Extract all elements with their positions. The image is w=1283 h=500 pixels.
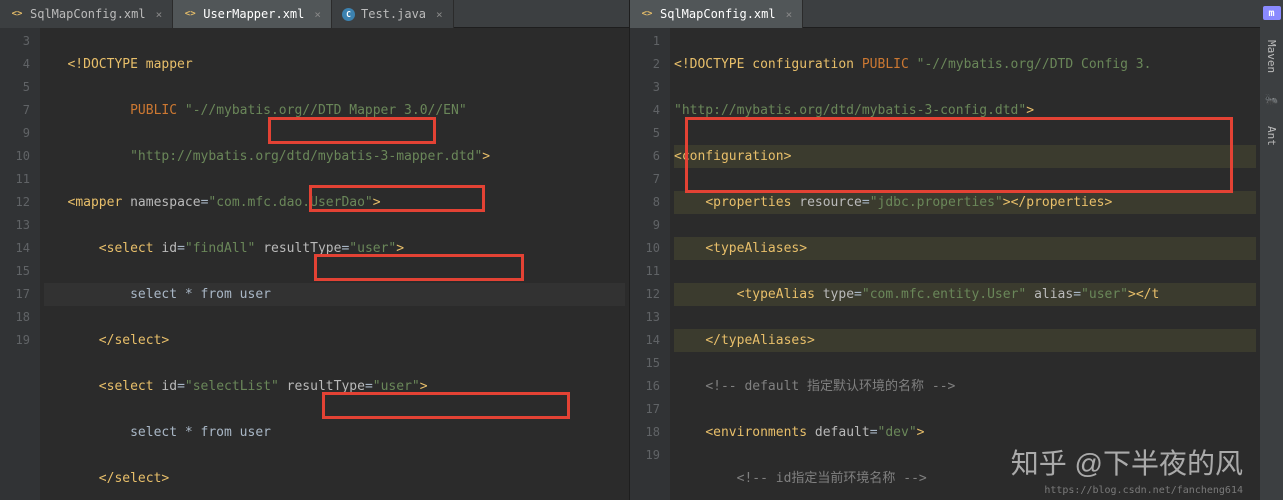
- xml-file-icon: <>: [10, 7, 24, 21]
- java-file-icon: C: [342, 8, 355, 21]
- close-icon[interactable]: ×: [156, 8, 163, 21]
- code-token: <!-- default 指定默认环境的名称 -->: [705, 379, 955, 394]
- right-toolbar: m Maven 🐜 Ant: [1260, 0, 1283, 500]
- code-token: <configuration>: [674, 149, 791, 164]
- code-token: mapper: [75, 195, 122, 210]
- code-token: namespace: [130, 195, 200, 210]
- xml-file-icon: <>: [640, 7, 654, 21]
- close-icon[interactable]: ×: [314, 8, 321, 21]
- code-token: <typeAliases>: [705, 241, 807, 256]
- code-token: "user": [373, 379, 420, 394]
- sidebar-maven[interactable]: Maven: [1265, 40, 1278, 73]
- tab-sqlmapconfig-right[interactable]: <> SqlMapConfig.xml ×: [630, 0, 803, 28]
- left-editor-pane: <> SqlMapConfig.xml × <> UserMapper.xml …: [0, 0, 630, 500]
- tab-sqlmapconfig[interactable]: <> SqlMapConfig.xml ×: [0, 0, 173, 28]
- tab-testjava[interactable]: C Test.java ×: [332, 0, 454, 28]
- code-token: "com.mfc.entity.User": [862, 287, 1026, 302]
- code-token: resultType: [287, 379, 365, 394]
- right-tab-bar: <> SqlMapConfig.xml ×: [630, 0, 1260, 28]
- code-token: typeAlias: [744, 287, 814, 302]
- maven-icon[interactable]: m: [1263, 6, 1281, 20]
- code-token: </select>: [99, 333, 169, 348]
- code-token: environments: [713, 425, 807, 440]
- right-code-content[interactable]: <!DOCTYPE configuration PUBLIC "-//mybat…: [670, 28, 1260, 500]
- sidebar-ant[interactable]: Ant: [1265, 126, 1278, 146]
- code-token: select * from user: [130, 425, 271, 440]
- code-token: default: [815, 425, 870, 440]
- code-token: </select>: [99, 471, 169, 486]
- code-token: resultType: [263, 241, 341, 256]
- code-token: "findAll": [185, 241, 255, 256]
- code-token: </typeAliases>: [705, 333, 815, 348]
- code-token: "selectList": [185, 379, 279, 394]
- ant-icon[interactable]: 🐜: [1265, 93, 1279, 106]
- left-code-area[interactable]: 34579101112131415171819 <!DOCTYPE mapper…: [0, 28, 629, 500]
- close-icon[interactable]: ×: [436, 8, 443, 21]
- tab-label: UserMapper.xml: [203, 7, 304, 21]
- code-token: <!-- id指定当前环境名称 -->: [737, 471, 927, 486]
- xml-file-icon: <>: [183, 7, 197, 21]
- code-token: "dev": [878, 425, 917, 440]
- code-token: select * from user: [130, 287, 271, 302]
- code-token: "http://mybatis.org/dtd/mybatis-3-mapper…: [130, 149, 482, 164]
- tab-label: SqlMapConfig.xml: [30, 7, 146, 21]
- code-token: "user": [1081, 287, 1128, 302]
- right-gutter: 12345678910111213141516171819: [630, 28, 670, 500]
- code-token: select: [107, 241, 154, 256]
- code-token: "user": [349, 241, 396, 256]
- tab-label: SqlMapConfig.xml: [660, 7, 776, 21]
- right-code-area[interactable]: 12345678910111213141516171819 <!DOCTYPE …: [630, 28, 1260, 500]
- close-icon[interactable]: ×: [786, 8, 793, 21]
- left-code-content[interactable]: <!DOCTYPE mapper PUBLIC "-//mybatis.org/…: [40, 28, 629, 500]
- code-token: select: [107, 379, 154, 394]
- code-token: "com.mfc.dao.UserDao": [208, 195, 372, 210]
- right-editor-pane: <> SqlMapConfig.xml × 123456789101112131…: [630, 0, 1260, 500]
- code-token: "-//mybatis.org//DTD Mapper 3.0//EN": [185, 103, 467, 118]
- tab-usermapper[interactable]: <> UserMapper.xml ×: [173, 0, 332, 28]
- code-token: "http://mybatis.org/dtd/mybatis-3-config…: [674, 103, 1026, 118]
- code-token: "jdbc.properties": [870, 195, 1003, 210]
- code-token: properties: [713, 195, 791, 210]
- tab-label: Test.java: [361, 7, 426, 21]
- code-token: </properties>: [1011, 195, 1113, 210]
- left-tab-bar: <> SqlMapConfig.xml × <> UserMapper.xml …: [0, 0, 629, 28]
- left-gutter: 34579101112131415171819: [0, 28, 40, 500]
- code-token: PUBLIC: [130, 103, 177, 118]
- code-token: resource: [799, 195, 862, 210]
